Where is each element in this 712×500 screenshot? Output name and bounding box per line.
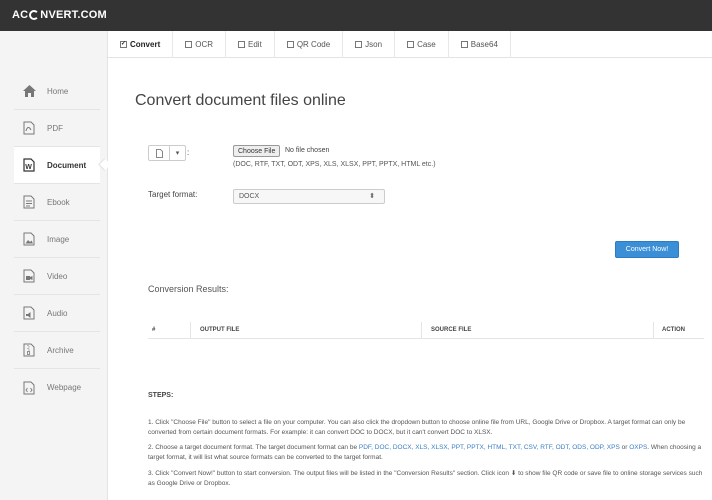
pdf-icon <box>22 121 36 135</box>
caret-down-icon[interactable]: ▾ <box>169 146 185 160</box>
audio-icon <box>22 306 36 320</box>
step-2: 2. Choose a target document format. The … <box>148 444 702 461</box>
sidebar: Home PDF W Document Ebook Image Video Au… <box>0 31 108 500</box>
sidebar-item-ebook[interactable]: Ebook <box>14 184 100 221</box>
checkbox-icon <box>460 41 468 48</box>
tab-edit[interactable]: Edit <box>226 31 275 58</box>
steps-title: STEPS: <box>148 392 174 399</box>
sidebar-item-image[interactable]: Image <box>14 221 100 258</box>
logo-text-right: NVERT.COM <box>40 9 107 21</box>
tab-convert[interactable]: ✓ Convert <box>108 31 174 58</box>
sidebar-item-video[interactable]: Video <box>14 258 100 295</box>
archive-icon <box>22 343 36 357</box>
no-file-text: No file chosen <box>285 147 330 154</box>
col-divider <box>190 322 191 339</box>
results-table-header: # OUTPUT FILE SOURCE FILE ACTION <box>148 322 704 339</box>
col-divider <box>653 322 654 339</box>
tab-json[interactable]: Json <box>343 31 396 58</box>
checkbox-icon <box>355 41 363 48</box>
col-output-file: OUTPUT FILE <box>200 327 240 333</box>
oxps-link[interactable]: OXPS <box>629 444 647 451</box>
formats-hint: (DOC, RTF, TXT, ODT, XPS, XLS, XLSX, PPT… <box>233 161 436 168</box>
logo-text-left: AC <box>12 9 29 21</box>
col-action: ACTION <box>662 327 685 333</box>
sidebar-item-document[interactable]: W Document <box>14 147 100 184</box>
col-source-file: SOURCE FILE <box>431 327 472 333</box>
checkbox-icon <box>286 41 294 48</box>
source-colon: : <box>187 148 190 157</box>
site-logo[interactable]: AC NVERT.COM <box>12 9 107 21</box>
top-bar: AC NVERT.COM <box>0 0 712 31</box>
tab-ocr[interactable]: OCR <box>173 31 227 58</box>
target-format-value: DOCX <box>239 193 260 200</box>
tab-qr-code[interactable]: QR Code <box>275 31 344 58</box>
target-formats-links[interactable]: PDF, DOC, DOCX, XLS, XLSX, PPT, PPTX, HT… <box>359 444 620 451</box>
select-arrows-icon: ⬍ <box>369 193 375 200</box>
sidebar-item-pdf[interactable]: PDF <box>14 110 100 147</box>
sidebar-item-archive[interactable]: Archive <box>14 332 100 369</box>
page-title: Convert document files online <box>135 92 346 109</box>
file-icon[interactable] <box>149 146 169 160</box>
checkbox-icon <box>185 41 193 48</box>
home-icon <box>22 84 36 98</box>
sidebar-item-audio[interactable]: Audio <box>14 295 100 332</box>
convert-now-button[interactable]: Convert Now! <box>615 241 679 258</box>
word-icon: W <box>22 158 36 172</box>
sidebar-item-webpage[interactable]: Webpage <box>14 369 100 406</box>
step-3: 3. Click "Convert Now!" button to start … <box>148 470 703 487</box>
tab-base64[interactable]: Base64 <box>449 31 511 58</box>
webpage-icon <box>22 381 36 395</box>
checkbox-icon <box>407 41 415 48</box>
col-divider <box>421 322 422 339</box>
sidebar-item-home[interactable]: Home <box>14 73 100 110</box>
video-icon <box>22 269 36 283</box>
svg-text:W: W <box>25 164 32 171</box>
choose-file-button[interactable]: Choose File <box>233 145 281 157</box>
source-dropdown-button[interactable]: ▾ <box>148 145 186 161</box>
checkbox-checked-icon: ✓ <box>120 41 127 48</box>
image-icon <box>22 232 36 246</box>
ebook-icon <box>22 195 36 209</box>
col-number: # <box>152 327 156 333</box>
checkbox-icon <box>238 41 246 48</box>
target-format-select[interactable]: DOCX ⬍ <box>233 189 385 204</box>
tab-case[interactable]: Case <box>395 31 449 58</box>
step-1: 1. Click "Choose File" button to select … <box>148 419 686 436</box>
target-format-label: Target format: <box>148 190 198 199</box>
logo-o-icon <box>29 10 40 20</box>
conversion-results-title: Conversion Results: <box>148 284 229 294</box>
tool-tabs: ✓ Convert OCR Edit QR Code Json Case Base… <box>108 31 712 58</box>
